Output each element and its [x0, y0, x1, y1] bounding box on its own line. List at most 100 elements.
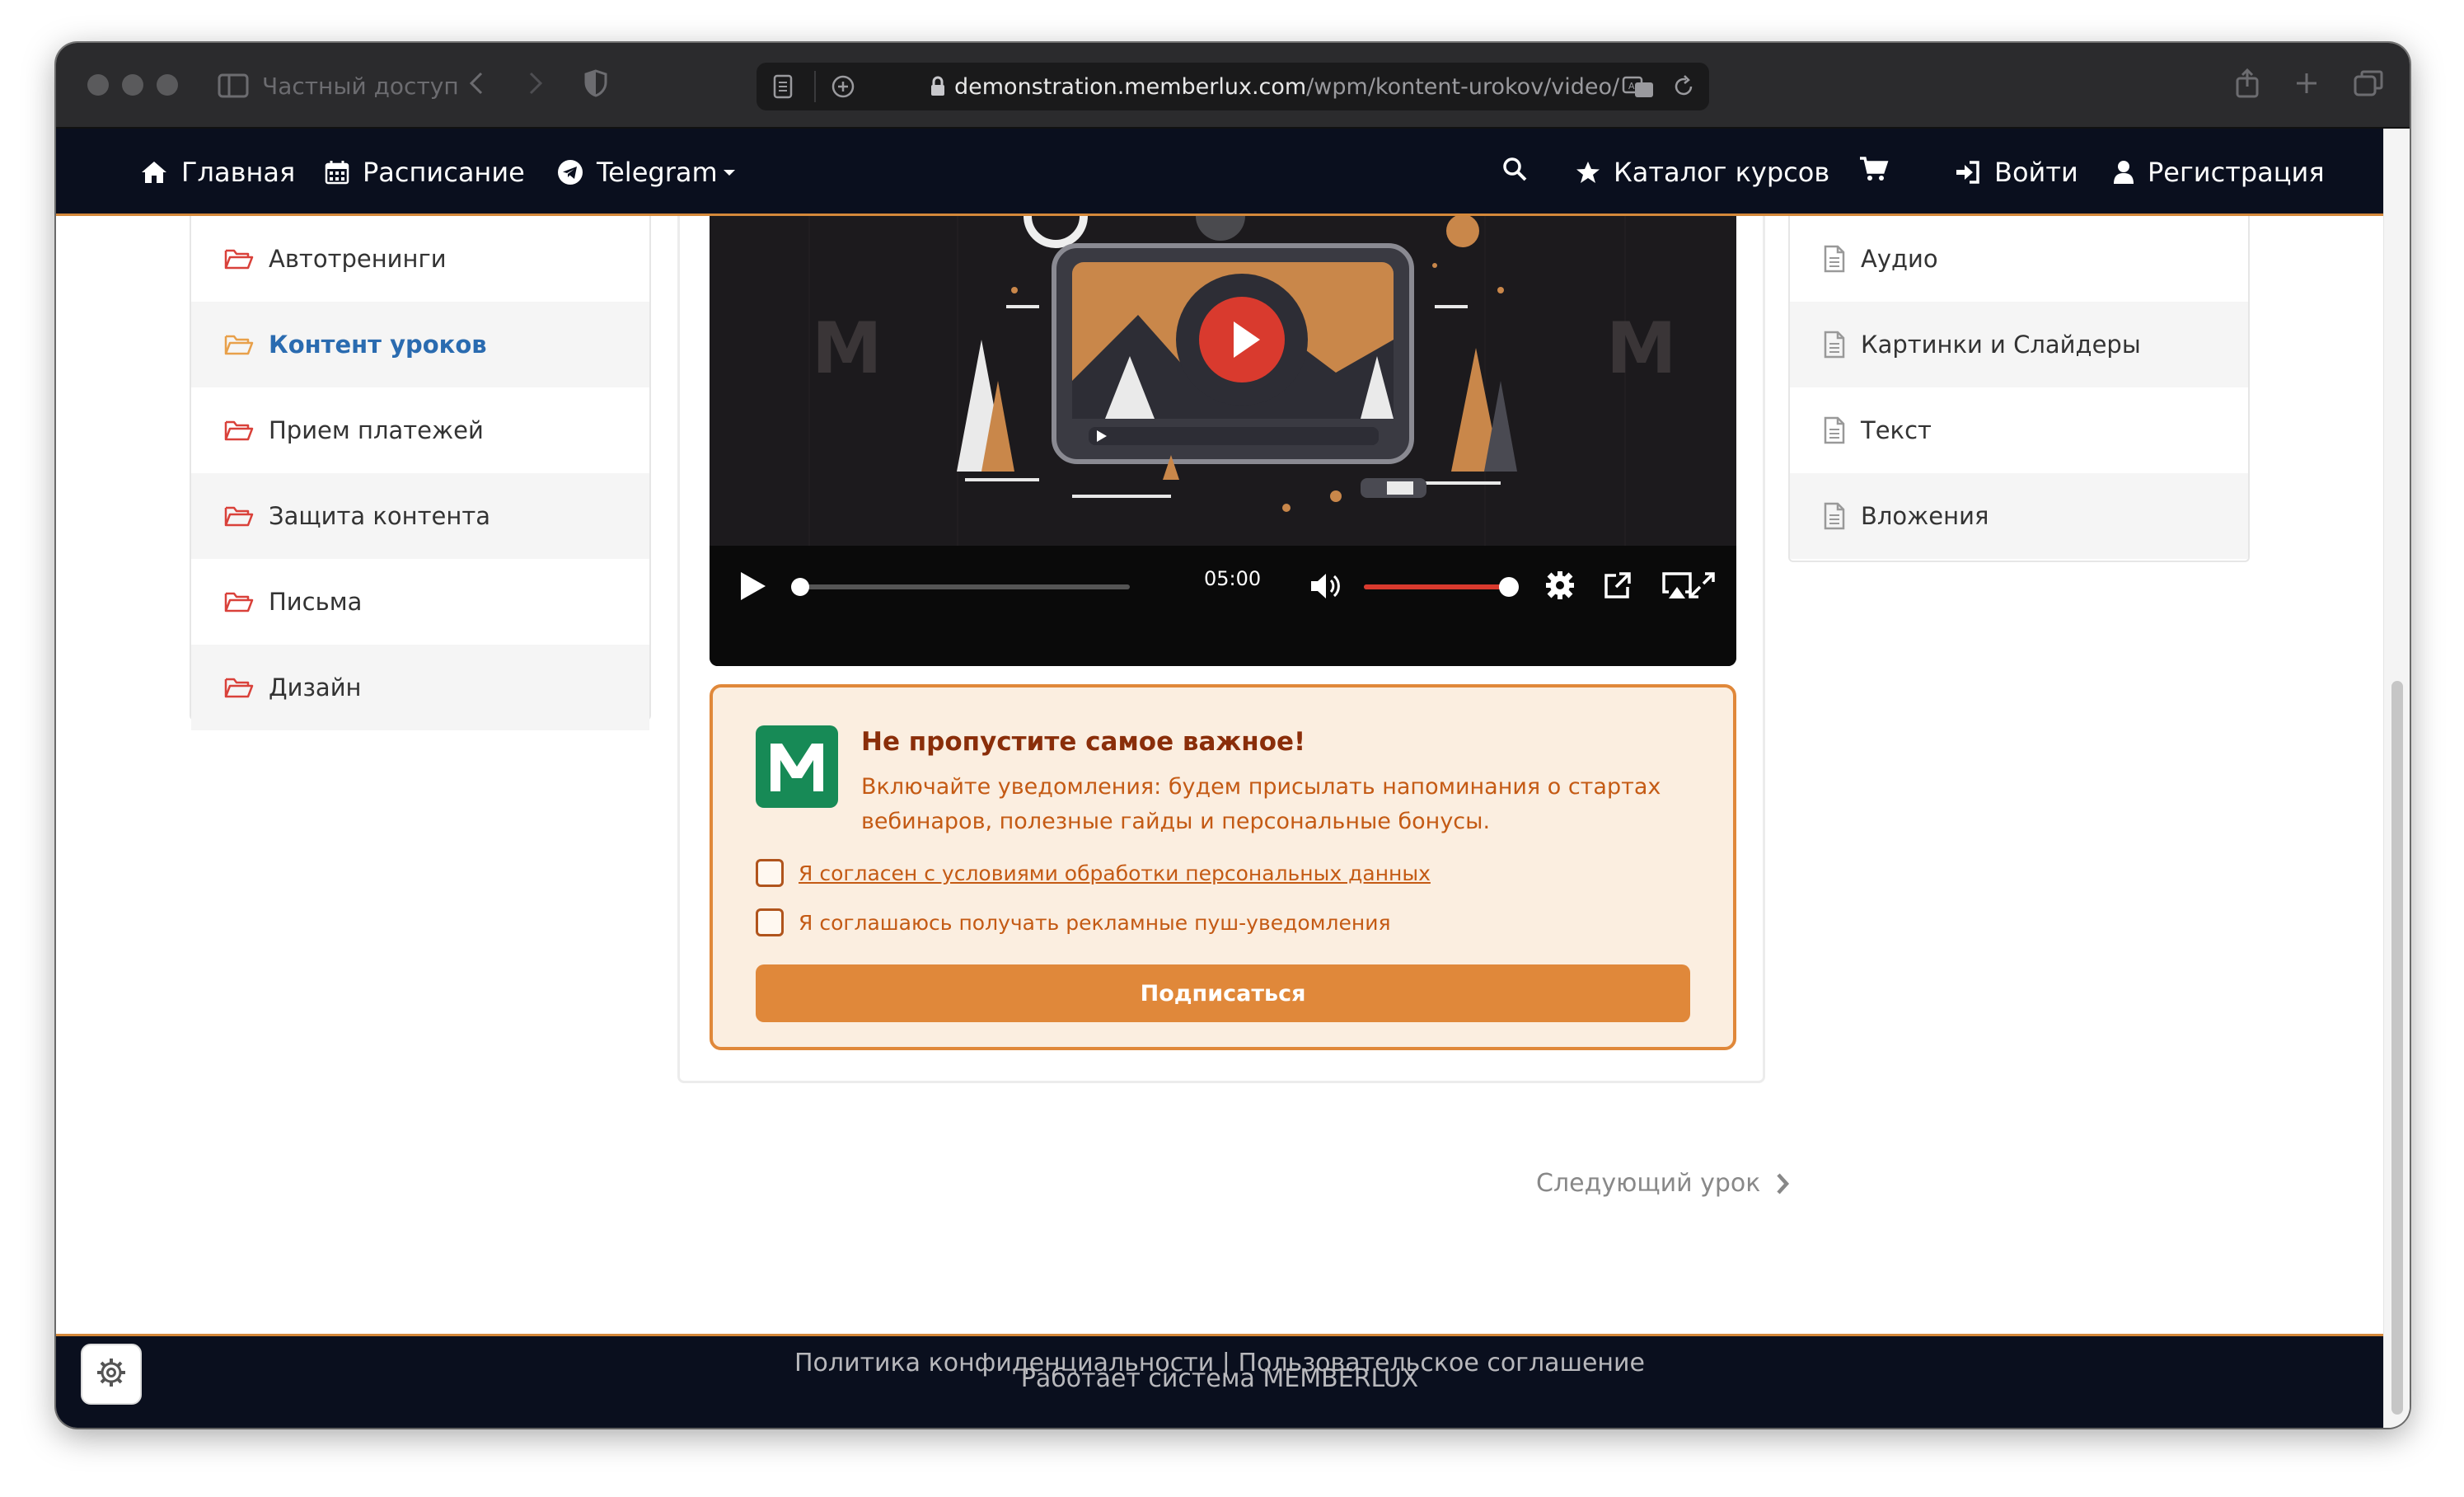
privacy-policy-link[interactable]: Политика конфиденциальности	[794, 1349, 1214, 1377]
consent-checkbox[interactable]	[756, 859, 784, 887]
nav-schedule[interactable]: Расписание	[325, 129, 525, 216]
list-item-active[interactable]: Контент уроков	[191, 302, 649, 387]
forward-button[interactable]	[527, 64, 544, 107]
home-icon	[140, 160, 168, 185]
chevron-left-icon	[468, 71, 485, 101]
list-item-label: Защита контента	[269, 502, 490, 530]
list-item-label: Текст	[1861, 416, 1932, 444]
plus-icon	[2294, 71, 2319, 101]
file-text-icon	[1823, 245, 1846, 273]
lock-icon	[930, 76, 946, 97]
back-button[interactable]	[468, 64, 485, 107]
volume-fill	[1364, 584, 1509, 589]
page-scrollbar[interactable]	[2383, 129, 2410, 1428]
video-player[interactable]: M M 05:00	[710, 216, 1736, 666]
reader-icon[interactable]	[773, 74, 793, 102]
fullscreen-icon[interactable]	[1687, 570, 1717, 603]
list-item-label: Автотренинги	[269, 245, 447, 273]
list-item[interactable]: Автотренинги	[191, 216, 649, 302]
video-progress-knob[interactable]	[791, 578, 809, 596]
user-icon	[2113, 160, 2134, 185]
ads-checkbox-row[interactable]: Я соглашаюсь получать рекламные пуш-увед…	[756, 908, 1391, 936]
privacy-report-button[interactable]	[583, 64, 608, 107]
subscribe-button[interactable]: Подписаться	[756, 964, 1690, 1022]
url-text[interactable]: demonstration.memberlux.com/wpm/kontent-…	[930, 63, 1619, 110]
private-browsing-label: Частный доступ	[262, 72, 459, 100]
nav-telegram-dropdown[interactable]: Telegram	[557, 129, 736, 216]
next-lesson-label: Следующий урок	[1536, 1169, 1761, 1198]
sidebar-toggle-button[interactable]: Частный доступ	[218, 64, 459, 107]
nav-login[interactable]: Войти	[1955, 129, 2078, 216]
nav-login-label: Войти	[1994, 157, 2078, 188]
cart-icon	[1859, 156, 1889, 189]
nav-cart[interactable]	[1859, 129, 1889, 216]
url-divider	[814, 71, 816, 102]
folder-open-icon	[224, 247, 254, 270]
nav-home[interactable]: Главная	[140, 129, 295, 216]
footer-links: Политика конфиденциальности | Пользовате…	[56, 1349, 2383, 1377]
reload-icon[interactable]	[1673, 74, 1696, 102]
ads-checkbox[interactable]	[756, 908, 784, 936]
notify-description: Включайте уведомления: будем присылать н…	[861, 774, 1661, 834]
play-button[interactable]	[739, 570, 767, 605]
volume-icon[interactable]	[1309, 572, 1342, 603]
minimize-window-button[interactable]	[122, 74, 143, 96]
list-item[interactable]: Защита контента	[191, 473, 649, 559]
video-controls: 05:00	[710, 546, 1736, 666]
footer-link-separator: |	[1214, 1349, 1239, 1377]
list-item[interactable]: Прием платежей	[191, 387, 649, 473]
new-tab-button[interactable]	[2294, 64, 2319, 107]
nav-search[interactable]	[1501, 129, 1528, 216]
site-settings-button[interactable]	[81, 1344, 142, 1405]
list-item[interactable]: Вложения	[1790, 473, 2248, 559]
notify-title: Не пропустите самое важное!	[861, 727, 1306, 757]
consent-link[interactable]: Я согласен с условиями обработки персона…	[799, 861, 1431, 885]
nav-schedule-label: Расписание	[363, 157, 525, 188]
popout-icon[interactable]	[1603, 570, 1633, 603]
list-item[interactable]: Картинки и Слайдеры	[1790, 302, 2248, 387]
page-content: Автотренинги Контент уроков Прием платеж…	[56, 216, 2383, 1334]
next-lesson-link[interactable]: Следующий урок	[1536, 1169, 1790, 1198]
video-poster-illustration: M M	[710, 216, 1736, 546]
search-icon	[1501, 156, 1528, 189]
sign-in-icon	[1955, 160, 1981, 185]
share-button[interactable]	[2235, 64, 2260, 107]
folder-open-icon	[224, 333, 254, 356]
extension-icon[interactable]	[831, 74, 855, 102]
share-icon	[2235, 68, 2260, 104]
tab-overview-button[interactable]	[2354, 64, 2383, 107]
push-subscribe-box: Не пропустите самое важное! Включайте ув…	[710, 684, 1736, 1050]
tabs-icon	[2354, 70, 2383, 102]
volume-knob[interactable]	[1499, 577, 1519, 597]
video-duration: 05:00	[1204, 567, 1262, 590]
list-item[interactable]: Текст	[1790, 387, 2248, 473]
ads-label: Я соглашаюсь получать рекламные пуш-увед…	[799, 910, 1391, 935]
nav-catalog[interactable]: Каталог курсов	[1576, 129, 1829, 216]
list-item[interactable]: Аудио	[1790, 216, 2248, 302]
close-window-button[interactable]	[87, 74, 109, 96]
address-bar[interactable]: demonstration.memberlux.com/wpm/kontent-…	[757, 63, 1709, 110]
volume-slider[interactable]	[1357, 570, 1522, 603]
star-icon	[1576, 160, 1600, 185]
chevron-right-icon	[527, 71, 544, 101]
translate-icon[interactable]: A	[1622, 74, 1655, 102]
list-item-label: Прием платежей	[269, 416, 484, 444]
list-item[interactable]: Письма	[191, 559, 649, 645]
calendar-icon	[325, 160, 349, 185]
consent-checkbox-row[interactable]: Я согласен с условиями обработки персона…	[756, 859, 1431, 887]
list-item[interactable]: Дизайн	[191, 645, 649, 730]
list-item-label: Картинки и Слайдеры	[1861, 331, 2141, 359]
scrollbar-thumb[interactable]	[2391, 681, 2403, 1415]
nav-telegram-label: Telegram	[597, 157, 718, 188]
folder-open-icon	[224, 504, 254, 528]
telegram-icon	[557, 159, 583, 185]
zoom-window-button[interactable]	[157, 74, 178, 96]
file-text-icon	[1823, 416, 1846, 444]
video-progress-bar[interactable]	[789, 570, 1135, 603]
user-agreement-link[interactable]: Пользовательское соглашение	[1238, 1349, 1645, 1377]
right-lesson-list: Аудио Картинки и Слайдеры Текст Вложения	[1788, 216, 2250, 562]
settings-gear-icon[interactable]	[1545, 570, 1575, 603]
nav-register[interactable]: Регистрация	[2113, 129, 2325, 216]
browser-titlebar: Частный доступ demonstration.memberlux.c…	[56, 43, 2410, 129]
site-navbar: Главная Расписание Telegram Каталог курс…	[56, 129, 2383, 216]
